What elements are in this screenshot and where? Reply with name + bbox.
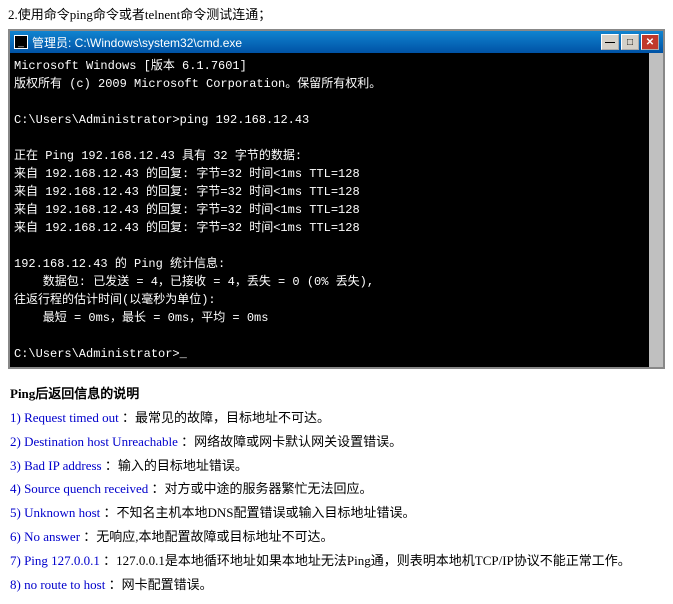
cmd-title: 管理员: C:\Windows\system32\cmd.exe	[32, 34, 242, 51]
ping-item-1-label: 1) Request timed out	[10, 410, 119, 425]
instruction-text: 2.使用命令ping命令或者telnent命令测试连通；	[0, 0, 673, 29]
minimize-button[interactable]: —	[601, 34, 619, 50]
maximize-button[interactable]: □	[621, 34, 639, 50]
cmd-line-3	[14, 93, 659, 111]
cmd-line-9: 来自 192.168.12.43 的回复: 字节=32 时间<1ms TTL=1…	[14, 201, 659, 219]
ping-item-1-desc: ：最常见的故障，目标地址不可达。	[122, 410, 330, 425]
ping-item-8-label: 8) no route to host	[10, 577, 105, 592]
ping-item-4-label: 4) Source quench received	[10, 481, 148, 496]
close-button[interactable]: ✕	[641, 34, 659, 50]
ping-info-section: Ping后返回信息的说明 1) Request timed out ：最常见的故…	[0, 377, 673, 604]
ping-item-8-desc: ：网卡配置错误。	[109, 577, 213, 592]
ping-item-7-label: 7) Ping 127.0.0.1	[10, 553, 100, 568]
ping-item-2-label: 2) Destination host Unreachable	[10, 434, 178, 449]
ping-item-2-desc: ：网络故障或网卡默认网关设置错误。	[181, 434, 402, 449]
cmd-line-14: 往返行程的估计时间(以毫秒为单位):	[14, 291, 659, 309]
cmd-line-16	[14, 327, 659, 345]
ping-item-2: 2) Destination host Unreachable ：网络故障或网卡…	[10, 432, 663, 453]
ping-item-1: 1) Request timed out ：最常见的故障，目标地址不可达。	[10, 408, 663, 429]
cmd-line-6: 正在 Ping 192.168.12.43 具有 32 字节的数据:	[14, 147, 659, 165]
cmd-line-5	[14, 129, 659, 147]
ping-item-6-desc: ：无响应,本地配置故障或目标地址不可达。	[83, 529, 333, 544]
ping-item-4: 4) Source quench received ：对方或中途的服务器繁忙无法…	[10, 479, 663, 500]
ping-item-8: 8) no route to host ：网卡配置错误。	[10, 575, 663, 596]
ping-item-5: 5) Unknown host ：不知名主机本地DNS配置错误或输入目标地址错误…	[10, 503, 663, 524]
cmd-titlebar: 管理员: C:\Windows\system32\cmd.exe — □ ✕	[10, 31, 663, 53]
cmd-scrollbar[interactable]	[649, 53, 663, 367]
ping-item-7: 7) Ping 127.0.0.1 ：127.0.0.1是本地循环地址如果本地址…	[10, 551, 663, 572]
cmd-line-10: 来自 192.168.12.43 的回复: 字节=32 时间<1ms TTL=1…	[14, 219, 659, 237]
cmd-line-2: 版权所有 (c) 2009 Microsoft Corporation。保留所有…	[14, 75, 659, 93]
cmd-body: Microsoft Windows [版本 6.1.7601] 版权所有 (c)…	[10, 53, 663, 367]
ping-item-6-label: 6) No answer	[10, 529, 80, 544]
cmd-line-7: 来自 192.168.12.43 的回复: 字节=32 时间<1ms TTL=1…	[14, 165, 659, 183]
cmd-window-buttons: — □ ✕	[601, 34, 659, 50]
cmd-line-11	[14, 237, 659, 255]
ping-item-3: 3) Bad IP address ：输入的目标地址错误。	[10, 456, 663, 477]
cmd-titlebar-left: 管理员: C:\Windows\system32\cmd.exe	[14, 34, 242, 51]
ping-item-6: 6) No answer ：无响应,本地配置故障或目标地址不可达。	[10, 527, 663, 548]
cmd-line-17: C:\Users\Administrator>_	[14, 345, 659, 363]
cmd-app-icon	[14, 35, 28, 49]
ping-item-5-label: 5) Unknown host	[10, 505, 100, 520]
cmd-line-1: Microsoft Windows [版本 6.1.7601]	[14, 57, 659, 75]
cmd-line-4: C:\Users\Administrator>ping 192.168.12.4…	[14, 111, 659, 129]
ping-item-7-desc: ：127.0.0.1是本地循环地址如果本地址无法Ping通，则表明本地机TCP/…	[103, 553, 631, 568]
ping-item-5-desc: ：不知名主机本地DNS配置错误或输入目标地址错误。	[104, 505, 416, 520]
cmd-line-8: 来自 192.168.12.43 的回复: 字节=32 时间<1ms TTL=1…	[14, 183, 659, 201]
ping-item-3-label: 3) Bad IP address	[10, 458, 102, 473]
cmd-line-13: 数据包: 已发送 = 4，已接收 = 4，丢失 = 0 (0% 丢失),	[14, 273, 659, 291]
cmd-line-12: 192.168.12.43 的 Ping 统计信息:	[14, 255, 659, 273]
cmd-window: 管理员: C:\Windows\system32\cmd.exe — □ ✕ M…	[8, 29, 665, 369]
ping-item-3-desc: ：输入的目标地址错误。	[105, 458, 248, 473]
cmd-line-15: 最短 = 0ms，最长 = 0ms，平均 = 0ms	[14, 309, 659, 327]
ping-info-title: Ping后返回信息的说明	[10, 383, 663, 402]
ping-item-4-desc: ：对方或中途的服务器繁忙无法回应。	[152, 481, 373, 496]
